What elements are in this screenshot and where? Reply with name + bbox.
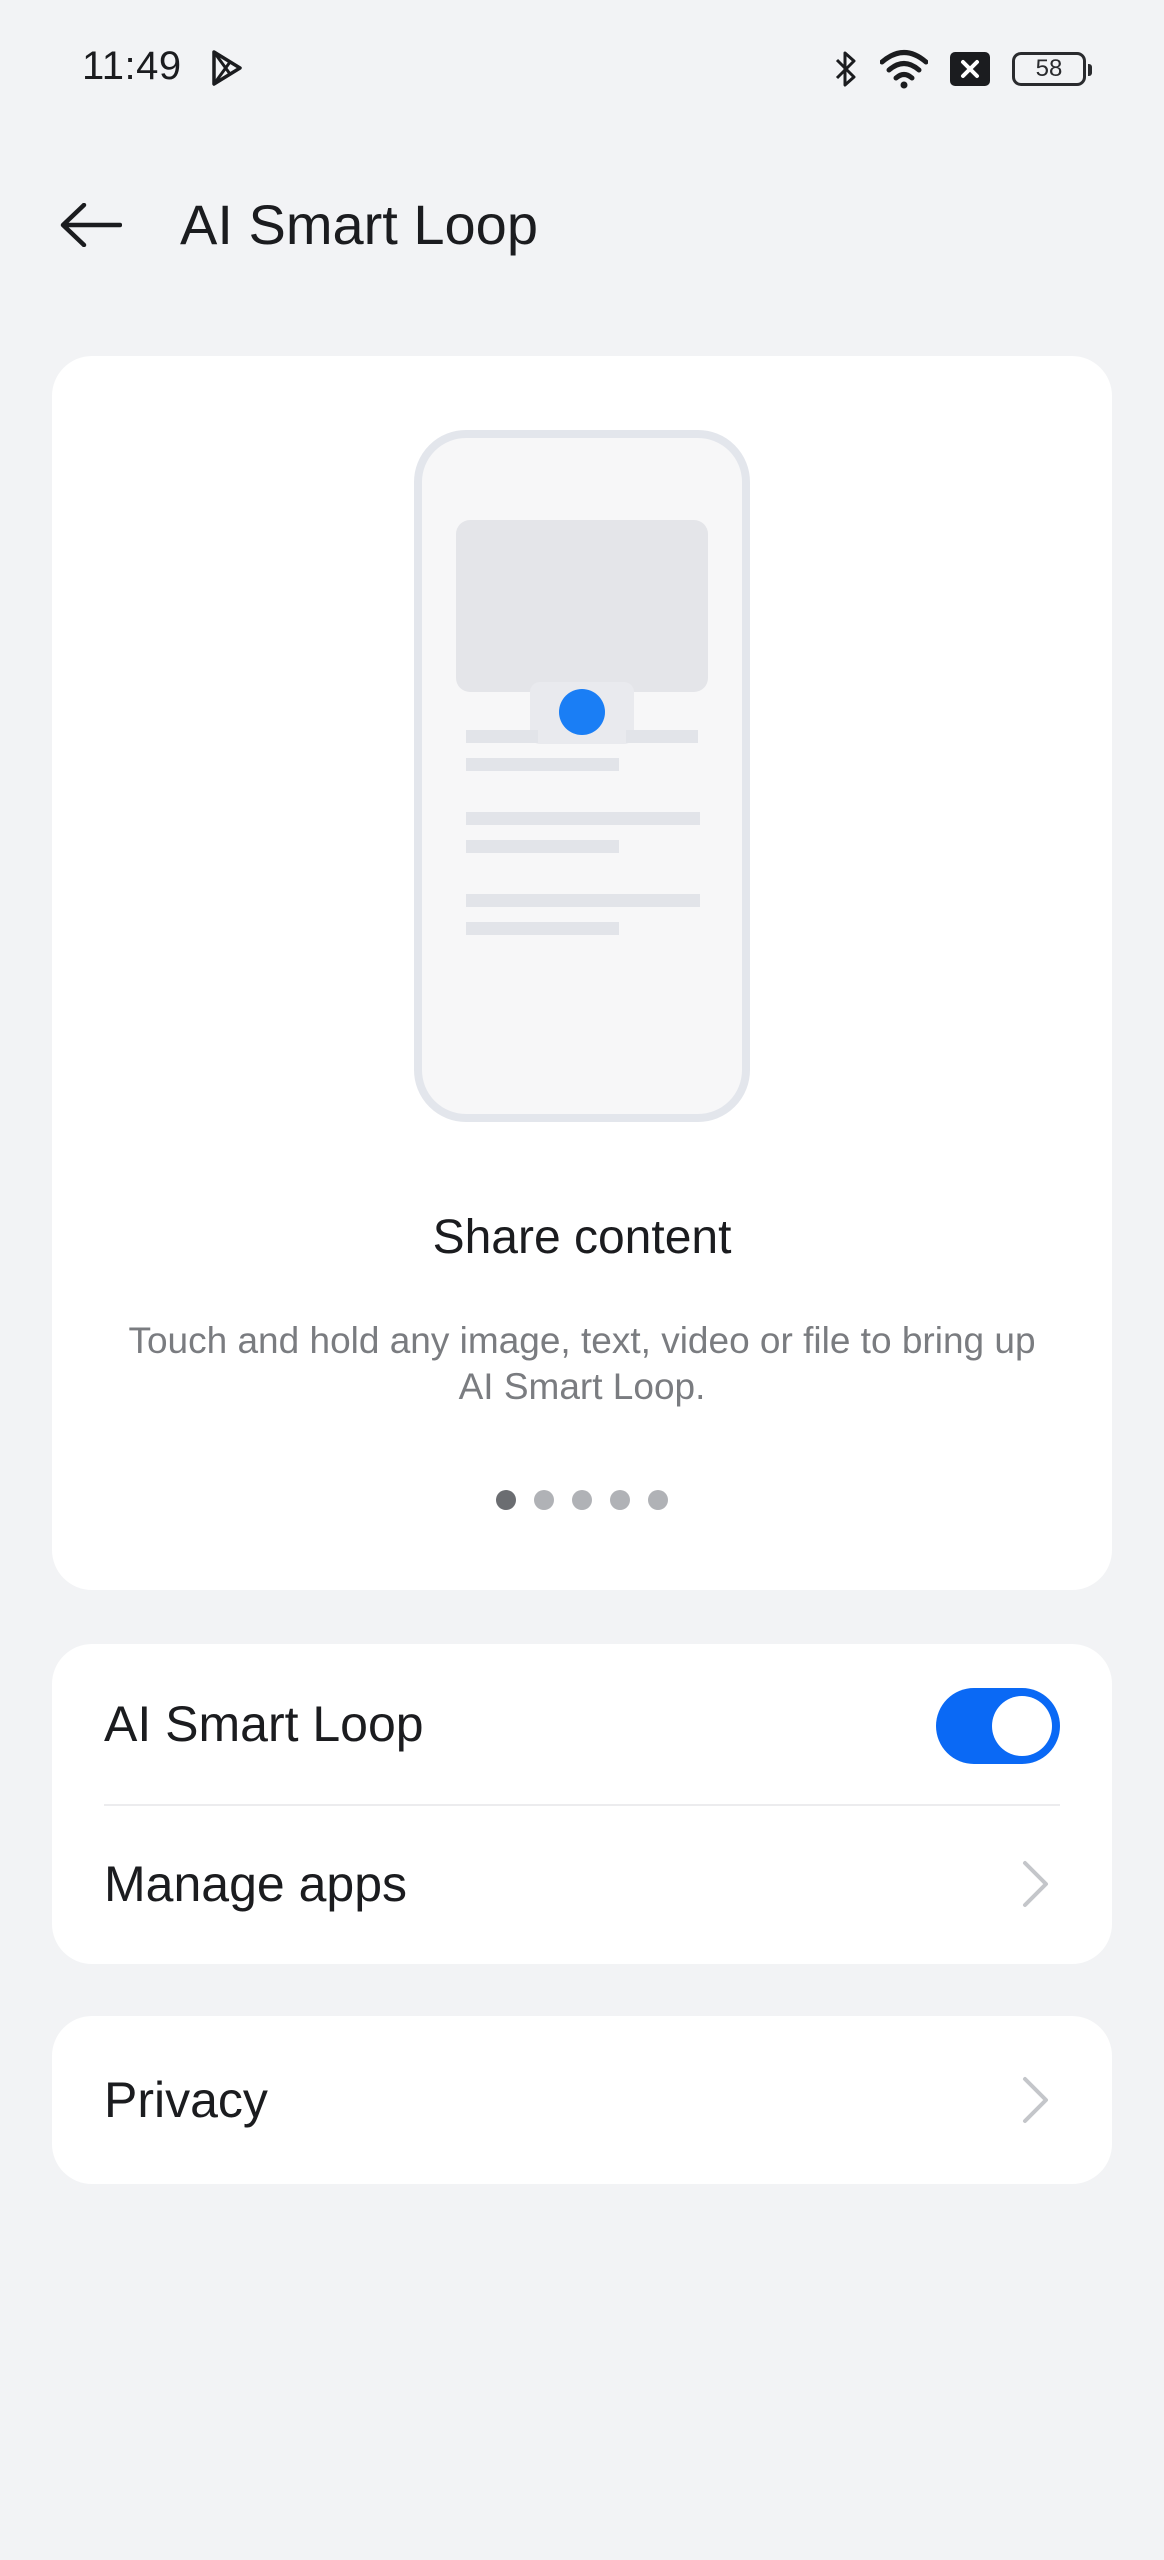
no-sim-icon: [950, 52, 990, 86]
slide-description: Touch and hold any image, text, video or…: [128, 1320, 1036, 1407]
pager-dot-5[interactable]: [648, 1490, 668, 1510]
pager-dot-3[interactable]: [572, 1490, 592, 1510]
smart-loop-toggle[interactable]: [936, 1688, 1060, 1764]
pager-dot-4[interactable]: [610, 1490, 630, 1510]
battery-icon: 58: [1012, 52, 1092, 86]
status-icons: 58: [834, 44, 1092, 94]
slide-title: Share content: [432, 1211, 732, 1264]
touch-point-icon: [559, 689, 605, 735]
battery-level: 58: [1035, 55, 1063, 82]
toggle-knob: [992, 1696, 1052, 1756]
privacy-label: Privacy: [104, 2072, 268, 2128]
status-time: 11:49: [82, 44, 182, 88]
chevron-right-icon: [1023, 1861, 1048, 1907]
carousel-pager: [52, 1490, 1112, 1510]
manage-apps-label: Manage apps: [104, 1856, 408, 1912]
privacy-row[interactable]: Privacy: [52, 2020, 1112, 2180]
settings-card: AI Smart Loop Manage apps: [52, 1644, 1112, 1964]
manage-apps-row[interactable]: Manage apps: [52, 1804, 1112, 1964]
pager-dot-2[interactable]: [534, 1490, 554, 1510]
page-title: AI Smart Loop: [180, 193, 538, 256]
smart-loop-label: AI Smart Loop: [104, 1696, 424, 1752]
screen: 11:49 58 AI Smart Loop Share content Tou…: [0, 0, 1164, 2560]
intro-carousel-card[interactable]: Share content Touch and hold any image, …: [52, 356, 1112, 1590]
app-header: AI Smart Loop: [0, 170, 1164, 280]
wifi-icon: [880, 50, 928, 89]
play-store-icon: [212, 50, 242, 86]
arrow-left-icon: [60, 203, 122, 247]
smart-loop-row[interactable]: AI Smart Loop: [52, 1644, 1112, 1804]
back-button[interactable]: [46, 190, 136, 260]
bluetooth-icon: [835, 51, 856, 87]
status-bar: 11:49 58: [0, 0, 1164, 140]
chevron-right-icon: [1023, 2077, 1048, 2123]
phone-illustration: [414, 430, 750, 1122]
pager-dot-1[interactable]: [496, 1490, 516, 1510]
privacy-card: Privacy: [52, 2016, 1112, 2184]
